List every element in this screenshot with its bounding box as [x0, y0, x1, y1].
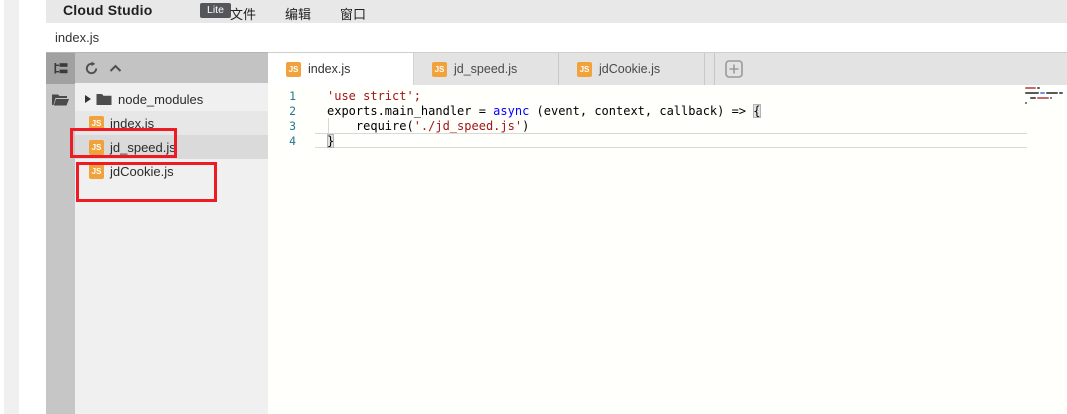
explorer-toolbar — [75, 52, 268, 83]
page-left-gutter — [4, 0, 19, 414]
editor-group: JS index.js JS jd_speed.js JS jdCookie.j… — [268, 52, 1067, 414]
main-area: node_modules JS index.js JS jd_speed.js … — [46, 52, 1067, 414]
explorer-tree-button[interactable] — [46, 53, 75, 84]
line-number: 2 — [268, 104, 296, 118]
activity-bar — [46, 52, 75, 414]
title-bar: index.js — [46, 23, 1067, 52]
code-text: ) — [522, 119, 529, 133]
tab-jd-speed-js[interactable]: JS jd_speed.js — [414, 53, 559, 85]
menu-edit[interactable]: 编辑 — [285, 4, 311, 23]
tab-label: jdCookie.js — [599, 62, 660, 76]
code-text: (event, context, callback) => — [529, 104, 753, 118]
lite-badge: Lite — [200, 3, 231, 18]
open-folder-icon — [51, 92, 70, 107]
line-number: 3 — [268, 119, 296, 133]
collapse-up-icon[interactable] — [109, 64, 122, 73]
code-text: require( — [327, 119, 414, 133]
app-logo: Cloud Studio — [63, 2, 153, 18]
line-number: 4 — [268, 134, 296, 148]
tab-label: jd_speed.js — [454, 62, 517, 76]
tree-item-label: node_modules — [118, 92, 203, 107]
menu-window[interactable]: 窗口 — [340, 4, 366, 23]
matched-bracket: } — [327, 134, 334, 148]
js-file-icon: JS — [286, 62, 301, 77]
code-line: 1 'use strict'; — [268, 88, 1067, 103]
line-number: 1 — [268, 89, 296, 103]
tab-spacer — [705, 53, 715, 85]
menu-file[interactable]: 文件 — [230, 4, 256, 23]
plus-box-icon — [725, 60, 743, 78]
app-header: Cloud Studio Lite 文件 编辑 窗口 — [46, 0, 1067, 23]
annotation-box-jd-speed — [70, 128, 177, 158]
tree-item-node-modules[interactable]: node_modules — [75, 87, 268, 111]
code-lines: 1 'use strict'; 2 exports.main_handler =… — [268, 88, 1067, 148]
js-file-icon: JS — [577, 62, 592, 77]
minimap[interactable] — [1025, 87, 1065, 107]
code-string: 'use strict'; — [327, 89, 421, 103]
annotation-box-jdcookie — [76, 162, 217, 202]
explorer-panel: node_modules JS index.js JS jd_speed.js … — [75, 52, 268, 414]
js-file-icon: JS — [432, 62, 447, 77]
tab-bar: JS index.js JS jd_speed.js JS jdCookie.j… — [268, 52, 1067, 85]
tab-label: index.js — [308, 62, 350, 76]
code-keyword: async — [493, 104, 529, 118]
code-line: 3 require('./jd_speed.js') — [268, 118, 1067, 133]
code-editor[interactable]: 1 'use strict'; 2 exports.main_handler =… — [268, 85, 1067, 414]
code-string: './jd_speed.js' — [414, 119, 522, 133]
matched-bracket: { — [753, 104, 760, 118]
code-text: exports.main_handler = — [327, 104, 493, 118]
new-tab-button[interactable] — [715, 53, 752, 85]
current-file-title: index.js — [55, 30, 99, 45]
collapsed-caret-icon[interactable] — [85, 95, 91, 103]
folder-icon — [96, 93, 112, 106]
tab-index-js[interactable]: JS index.js — [268, 53, 414, 85]
explorer-tree-icon — [53, 61, 69, 76]
tab-jdcookie-js[interactable]: JS jdCookie.js — [559, 53, 705, 85]
app-root: Cloud Studio Lite 文件 编辑 窗口 index.js — [46, 0, 1067, 414]
code-line: 4 } — [268, 133, 1067, 148]
refresh-icon[interactable] — [84, 61, 99, 76]
files-button[interactable] — [46, 84, 75, 115]
cloud-studio-window: Cloud Studio Lite 文件 编辑 窗口 index.js — [0, 0, 1067, 414]
code-line: 2 exports.main_handler = async (event, c… — [268, 103, 1067, 118]
